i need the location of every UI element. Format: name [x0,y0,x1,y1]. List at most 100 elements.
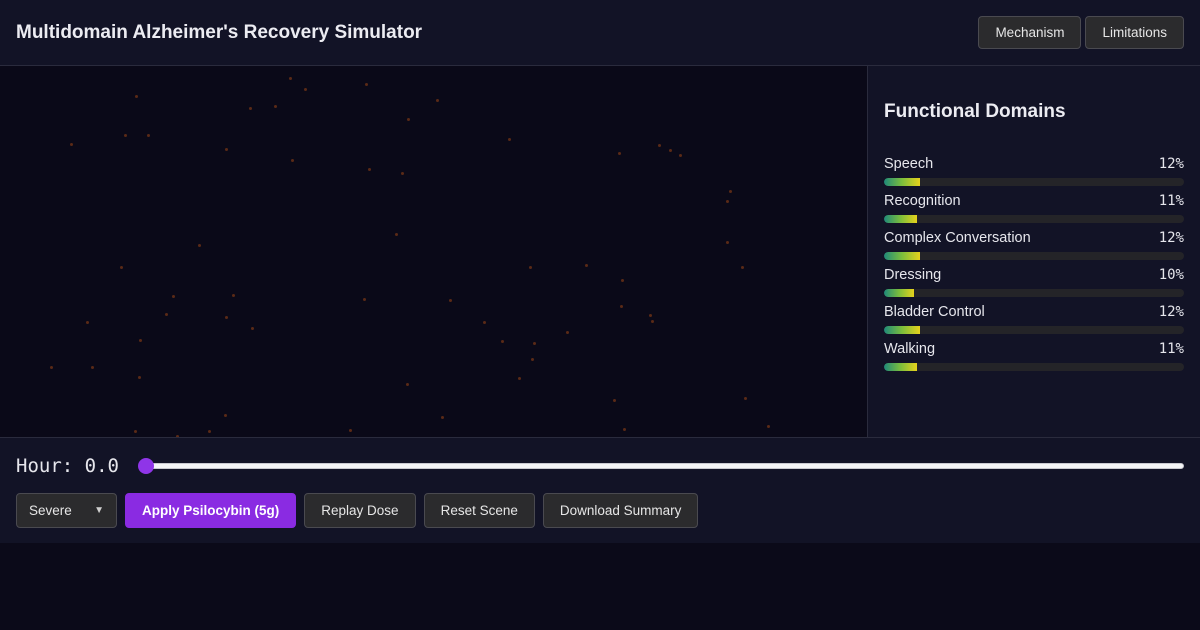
particle-dot [401,172,404,175]
particle-dot [289,77,292,80]
domain-progress-fill [884,178,920,186]
domain-name: Bladder Control [884,304,985,320]
particle-dot [669,149,672,152]
domain-value: 11% [1158,193,1184,209]
particle-dot [50,366,53,369]
particle-dot [585,264,588,267]
particle-dot [613,399,616,402]
particle-dot [368,168,371,171]
particle-dot [134,430,137,433]
particle-dot [224,414,227,417]
particle-dot [70,143,73,146]
domain-name: Dressing [884,267,942,283]
domain-progress-fill [884,289,914,297]
replay-dose-button[interactable]: Replay Dose [304,493,416,528]
particle-dot [147,134,150,137]
particle-dot [208,430,211,433]
particle-dot [251,327,254,330]
domain-value: 12% [1158,156,1184,172]
particle-dot [483,321,486,324]
hour-value: 0.0 [84,454,119,477]
particle-dot [349,429,352,432]
domain-progress-bar [884,178,1184,186]
domain-value: 10% [1158,267,1184,283]
particle-dot [566,331,569,334]
particle-dot [135,95,138,98]
particle-dot [741,266,744,269]
particle-dot [449,299,452,302]
domain-item: Walking 11% [884,341,1184,371]
apply-psilocybin-button[interactable]: Apply Psilocybin (5g) [125,493,297,528]
simulation-canvas[interactable] [0,66,867,437]
domain-name: Recognition [884,193,961,209]
hour-slider-track[interactable] [138,462,1184,469]
domain-progress-bar [884,252,1184,260]
domain-item: Speech 12% [884,156,1184,186]
particle-dot [441,416,444,419]
particle-dot [198,244,201,247]
particle-dot [363,298,366,301]
particle-dot [139,339,142,342]
particle-dot [501,340,504,343]
particle-dot [365,83,368,86]
domain-progress-fill [884,326,920,334]
domain-progress-fill [884,363,917,371]
limitations-button[interactable]: Limitations [1085,16,1184,49]
domain-progress-bar [884,326,1184,334]
hour-slider-thumb[interactable] [137,457,154,474]
domain-name: Complex Conversation [884,230,1031,246]
domain-progress-bar [884,215,1184,223]
particle-dot [533,342,536,345]
particle-dot [225,148,228,151]
app-title: Multidomain Alzheimer's Recovery Simulat… [16,21,423,43]
chevron-down-icon: ▼ [94,505,104,516]
particle-dot [291,159,294,162]
hour-slider[interactable] [137,457,1184,474]
download-summary-button[interactable]: Download Summary [542,493,699,528]
severity-select[interactable]: Severe ▼ [16,493,117,528]
mechanism-button[interactable]: Mechanism [978,16,1082,49]
particle-dot [726,241,729,244]
header-buttons: Mechanism Limitations [978,16,1184,49]
domain-progress-fill [884,252,920,260]
action-buttons: Severe ▼ Apply Psilocybin (5g) Replay Do… [16,493,1184,528]
domain-value: 12% [1158,230,1184,246]
particle-dot [531,358,534,361]
domain-item: Bladder Control 12% [884,304,1184,334]
particle-dot [620,305,623,308]
domain-progress-bar [884,363,1184,371]
particle-dot [304,88,307,91]
particle-dot [518,377,521,380]
domain-item: Complex Conversation 12% [884,230,1184,260]
domain-value: 12% [1158,304,1184,320]
particle-dot [436,99,439,102]
particle-dot [651,320,654,323]
particle-dot [225,316,228,319]
particle-dot [172,295,175,298]
particle-dot [658,144,661,147]
particle-dot [249,107,252,110]
hour-row: Hour: 0.0 [16,438,1184,493]
particle-dot [274,105,277,108]
particle-dot [618,152,621,155]
reset-scene-button[interactable]: Reset Scene [423,493,535,528]
particle-dot [508,138,511,141]
particle-dot [395,233,398,236]
hour-label-text: Hour: [16,454,74,477]
domain-progress-bar [884,289,1184,297]
particle-dot [623,428,626,431]
app-header: Multidomain Alzheimer's Recovery Simulat… [0,0,1200,66]
particle-dot [138,376,141,379]
control-bar: Hour: 0.0 Severe ▼ Apply Psilocybin (5g)… [0,437,1200,543]
particle-dot [529,266,532,269]
particle-dot [86,321,89,324]
severity-selected-value: Severe [29,503,72,518]
particle-dot [232,294,235,297]
particle-dot [124,134,127,137]
particle-dot [406,383,409,386]
particle-dot [165,313,168,316]
hour-label: Hour: 0.0 [16,455,119,477]
domain-name: Speech [884,156,934,172]
particle-dot [729,190,732,193]
particle-dot [407,118,410,121]
